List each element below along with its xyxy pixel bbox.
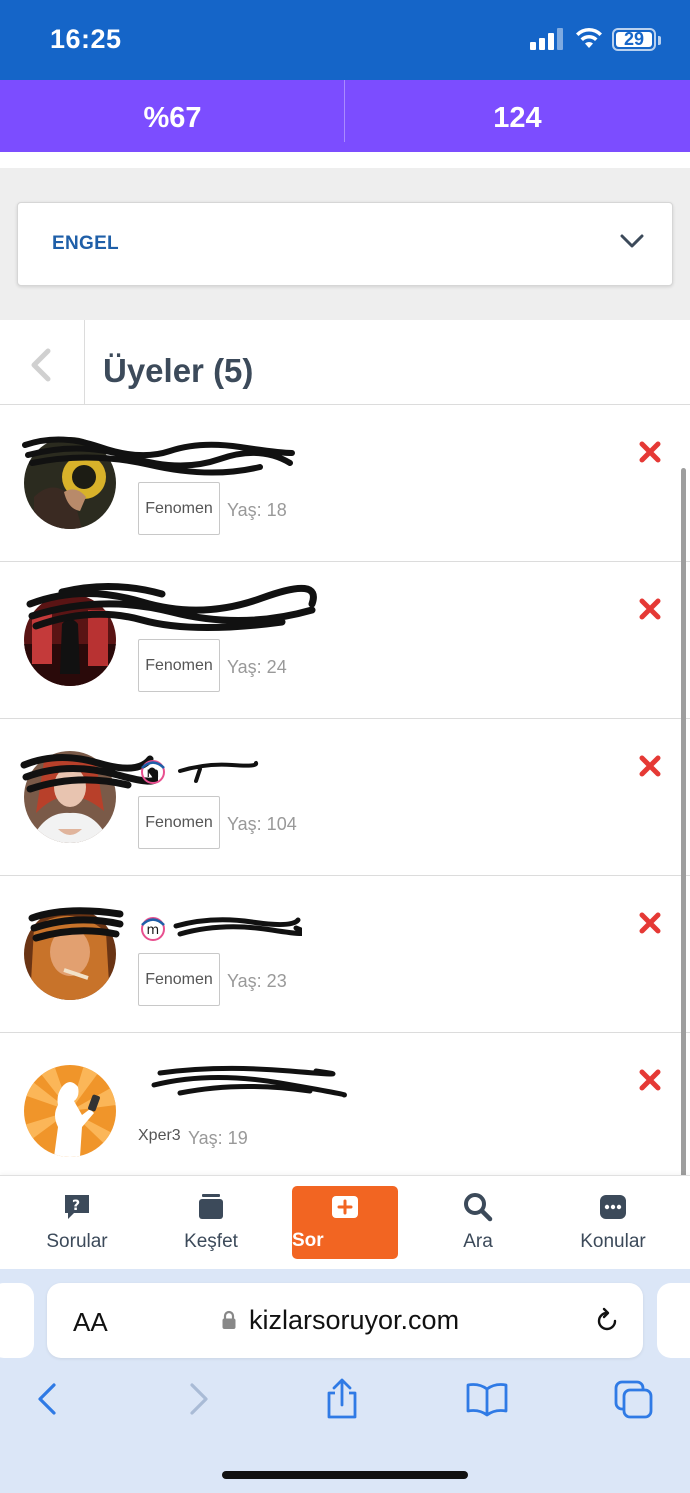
redaction-scribble [28, 907, 124, 942]
chevron-left-icon [31, 348, 51, 382]
stat-percentage: %67 [0, 80, 345, 152]
member-age: Yaş: 19 [188, 1128, 248, 1148]
member-level: Xper3 [138, 1127, 181, 1144]
nav-questions-label: Sorular [46, 1231, 108, 1252]
stats-band: %67 124 [0, 80, 690, 152]
member-age: Yaş: 18 [227, 500, 287, 520]
previous-tab-preview[interactable] [0, 1283, 34, 1358]
page-settings-button[interactable]: AA [73, 1307, 108, 1338]
question-bubble-icon: ? [65, 1195, 89, 1219]
svg-text:m: m [147, 766, 160, 781]
back-button[interactable] [0, 320, 85, 405]
wifi-icon [576, 27, 602, 48]
nav-questions[interactable]: ? Sorular [10, 1176, 144, 1270]
verified-m-icon: m [141, 760, 165, 784]
redaction-scribble [22, 436, 295, 476]
member-row[interactable]: m Fenomen Yaş: 104 [0, 719, 690, 876]
redaction-scribble [26, 582, 317, 631]
verified-m-icon: m [141, 917, 165, 941]
plus-square-icon [332, 1196, 358, 1218]
back-arrow-icon[interactable] [26, 1377, 70, 1421]
share-icon[interactable] [320, 1377, 364, 1421]
tabs-icon[interactable] [612, 1377, 656, 1421]
members-title: Üyeler (5) [103, 352, 254, 389]
member-row[interactable]: Xper3 Yaş: 19 [0, 1033, 690, 1190]
scrollbar[interactable] [681, 468, 686, 1266]
member-age: Yaş: 23 [227, 971, 287, 991]
address-bar[interactable]: AA kizlarsoruyor.com [47, 1283, 643, 1358]
members-header: Üyeler (5) [0, 320, 690, 405]
remove-icon[interactable] [638, 597, 662, 621]
remove-icon[interactable] [638, 440, 662, 464]
url-text[interactable]: kizlarsoruyor.com [249, 1305, 459, 1336]
member-badge: Fenomen [138, 796, 220, 849]
svg-text:m: m [147, 923, 160, 938]
stat-value: %67 [143, 102, 202, 134]
filter-area: ENGEL [0, 168, 690, 320]
member-row[interactable]: Fenomen Yaş: 24 [0, 562, 690, 719]
nav-ask-label: Sor [292, 1230, 324, 1251]
bookmarks-icon[interactable] [465, 1377, 509, 1421]
home-indicator [222, 1471, 468, 1479]
redaction-scribble [173, 917, 302, 937]
status-time: 16:25 [50, 24, 122, 54]
next-tab-preview[interactable] [657, 1283, 690, 1358]
remove-icon[interactable] [638, 754, 662, 778]
stat-count: 124 [345, 80, 690, 152]
remove-icon[interactable] [638, 1068, 662, 1092]
svg-text:?: ? [72, 1198, 80, 1214]
member-age: Yaş: 24 [227, 657, 287, 677]
signal-icon [530, 26, 564, 52]
bottom-nav: ? Sorular Keşfet Sor Ara Konular [0, 1175, 690, 1269]
status-icons: 29 [530, 26, 690, 56]
member-age: Yaş: 104 [227, 814, 297, 834]
member-row[interactable]: m Fenomen Yaş: 23 [0, 876, 690, 1033]
cards-stack-icon [199, 1194, 223, 1219]
filter-dropdown[interactable]: ENGEL [17, 202, 673, 286]
nav-explore[interactable]: Keşfet [144, 1176, 278, 1270]
redaction-scribble [151, 1065, 347, 1098]
browser-toolbar: AA kizlarsoruyor.com [0, 1269, 690, 1493]
nav-search-label: Ara [463, 1231, 493, 1252]
member-row[interactable]: Fenomen Yaş: 18 [0, 405, 690, 562]
member-badge: Fenomen [138, 482, 220, 535]
nav-explore-label: Keşfet [184, 1231, 238, 1252]
nav-topics[interactable]: Konular [546, 1176, 680, 1270]
search-icon [464, 1193, 493, 1222]
nav-search[interactable]: Ara [411, 1176, 545, 1270]
member-badge: Fenomen [138, 953, 220, 1006]
avatar[interactable] [24, 1065, 116, 1157]
redaction-scribble [178, 761, 259, 783]
remove-icon[interactable] [638, 911, 662, 935]
battery-level: 29 [623, 29, 645, 49]
redaction-scribble [20, 753, 158, 793]
member-list: Fenomen Yaş: 18 Fenomen Yaş: 24 m Fenome… [0, 405, 690, 1190]
lock-icon [222, 1310, 236, 1329]
member-badge: Fenomen [138, 639, 220, 692]
status-bar: 16:25 29 [0, 0, 690, 80]
stat-value: 124 [493, 102, 542, 134]
nav-ask-button[interactable]: Sor [292, 1186, 398, 1259]
nav-topics-label: Konular [580, 1231, 646, 1252]
forward-arrow-icon[interactable] [176, 1377, 220, 1421]
filter-selected-label: ENGEL [52, 233, 119, 254]
battery-icon: 29 [612, 28, 656, 51]
chevron-down-icon [620, 234, 644, 248]
reload-icon[interactable] [593, 1307, 621, 1335]
topics-dots-icon [600, 1195, 626, 1219]
